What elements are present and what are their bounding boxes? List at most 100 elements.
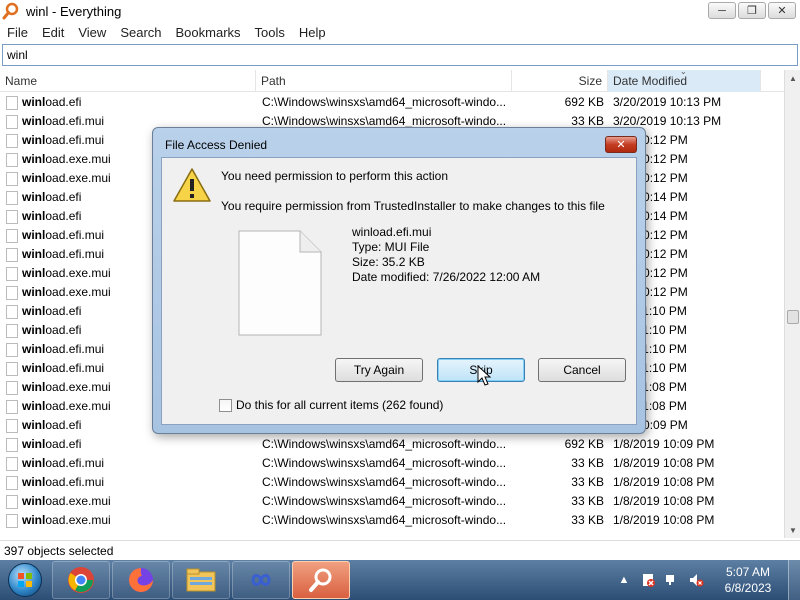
clock[interactable]: 5:07 AM 6/8/2023 bbox=[708, 564, 788, 596]
file-date-modified: Date modified: 7/26/2022 12:00 AM bbox=[352, 270, 541, 284]
column-name[interactable]: Name bbox=[0, 70, 256, 92]
file-name: winload.efi.mui bbox=[352, 225, 432, 239]
match-highlight: winl bbox=[22, 342, 46, 356]
taskbar-everything[interactable] bbox=[292, 561, 350, 599]
column-size[interactable]: Size bbox=[512, 70, 608, 92]
match-highlight: winl bbox=[22, 247, 46, 261]
menu-tools[interactable]: Tools bbox=[248, 25, 292, 40]
match-highlight: winl bbox=[22, 285, 46, 299]
try-again-button[interactable]: Try Again bbox=[335, 358, 423, 382]
match-highlight: winl bbox=[22, 95, 46, 109]
menu-search[interactable]: Search bbox=[113, 25, 168, 40]
taskbar-firefox[interactable] bbox=[112, 561, 170, 599]
file-icon bbox=[6, 248, 18, 262]
table-row[interactable]: winload.efi.mui C:\Windows\winsxs\amd64_m… bbox=[0, 473, 784, 492]
size-cell: 692 KB bbox=[564, 95, 604, 109]
path-cell: C:\Windows\winsxs\amd64_microsoft-windo.… bbox=[262, 437, 507, 451]
clock-time: 5:07 AM bbox=[725, 565, 771, 579]
match-highlight: winl bbox=[22, 361, 46, 375]
file-icon bbox=[6, 514, 18, 528]
clock-date: 6/8/2023 bbox=[724, 581, 772, 595]
taskbar-infinity-app[interactable] bbox=[232, 561, 290, 599]
vertical-scrollbar[interactable]: ▲ ▼ bbox=[784, 70, 800, 538]
taskbar-chrome[interactable] bbox=[52, 561, 110, 599]
title-bar: winl - Everything ─ ❐ ✕ bbox=[0, 0, 800, 22]
file-name-rest: oad.exe.mui bbox=[45, 266, 111, 280]
close-window-button[interactable]: ✕ bbox=[768, 2, 796, 19]
mouse-pointer-icon bbox=[477, 365, 492, 386]
minimize-button[interactable]: ─ bbox=[708, 2, 736, 19]
file-icon bbox=[6, 324, 18, 338]
match-highlight: winl bbox=[22, 494, 46, 508]
table-row[interactable]: winload.efi C:\Windows\winsxs\amd64_micro… bbox=[0, 435, 784, 454]
file-icon bbox=[6, 172, 18, 186]
menu-help[interactable]: Help bbox=[292, 25, 333, 40]
dialog-close-button[interactable]: ✕ bbox=[605, 136, 637, 153]
file-name-rest: oad.efi bbox=[45, 190, 82, 204]
dialog-message: You need permission to perform this acti… bbox=[221, 169, 449, 183]
file-name-rest: oad.efi bbox=[45, 437, 82, 451]
scroll-down-icon[interactable]: ▼ bbox=[785, 522, 800, 538]
match-highlight: winl bbox=[22, 171, 46, 185]
system-tray: ▲ 5:07 AM 6/8/2023 bbox=[612, 560, 800, 600]
file-name-rest: oad.exe.mui bbox=[45, 380, 111, 394]
file-name-rest: oad.efi bbox=[45, 418, 82, 432]
file-name-rest: oad.efi.mui bbox=[45, 342, 105, 356]
file-icon bbox=[6, 191, 18, 205]
match-highlight: winl bbox=[22, 190, 46, 204]
file-name-rest: oad.efi bbox=[45, 323, 82, 337]
match-highlight: winl bbox=[22, 133, 46, 147]
search-input[interactable] bbox=[2, 44, 798, 66]
apply-to-all-checkbox[interactable] bbox=[219, 398, 232, 412]
match-highlight: winl bbox=[22, 418, 46, 432]
file-icon bbox=[6, 457, 18, 471]
scroll-up-icon[interactable]: ▲ bbox=[785, 70, 800, 86]
file-icon bbox=[6, 438, 18, 452]
menu-file[interactable]: File bbox=[0, 25, 35, 40]
volume-muted-icon[interactable] bbox=[687, 571, 705, 589]
cancel-button[interactable]: Cancel bbox=[538, 358, 626, 382]
file-icon bbox=[6, 210, 18, 224]
firefox-icon bbox=[129, 568, 153, 592]
file-document-icon bbox=[238, 230, 322, 336]
sort-descending-icon: ⌄ bbox=[680, 67, 687, 76]
file-name-rest: oad.exe.mui bbox=[45, 285, 111, 299]
table-row[interactable]: winload.exe.mui C:\Windows\winsxs\amd64_m… bbox=[0, 511, 784, 530]
file-name-cell: winload.exe.mui bbox=[22, 492, 252, 511]
file-icon bbox=[6, 115, 18, 129]
size-cell: 33 KB bbox=[571, 513, 604, 527]
column-path[interactable]: Path bbox=[256, 70, 512, 92]
match-highlight: winl bbox=[22, 475, 46, 489]
file-name-rest: oad.exe.mui bbox=[45, 152, 111, 166]
file-icon bbox=[6, 419, 18, 433]
apply-to-all-row[interactable]: Do this for all current items (262 found… bbox=[219, 398, 443, 412]
path-cell: C:\Windows\winsxs\amd64_microsoft-windo.… bbox=[262, 475, 507, 489]
size-cell: 692 KB bbox=[564, 437, 604, 451]
path-cell: C:\Windows\winsxs\amd64_microsoft-windo.… bbox=[262, 95, 507, 109]
table-row[interactable]: winload.efi C:\Windows\winsxs\amd64_micro… bbox=[0, 93, 784, 112]
match-highlight: winl bbox=[22, 323, 46, 337]
show-desktop-button[interactable] bbox=[788, 560, 800, 600]
show-hidden-icons-icon[interactable]: ▲ bbox=[615, 571, 633, 589]
network-icon[interactable] bbox=[663, 571, 681, 589]
table-row[interactable]: winload.efi.mui C:\Windows\winsxs\amd64_m… bbox=[0, 454, 784, 473]
table-row[interactable]: winload.exe.mui C:\Windows\winsxs\amd64_m… bbox=[0, 492, 784, 511]
chrome-icon bbox=[68, 567, 94, 593]
action-center-icon[interactable] bbox=[639, 571, 657, 589]
start-button[interactable] bbox=[0, 560, 50, 600]
file-icon bbox=[6, 267, 18, 281]
file-name-rest: oad.efi bbox=[45, 209, 82, 223]
scroll-thumb[interactable] bbox=[787, 310, 799, 324]
taskbar-file-explorer[interactable] bbox=[172, 561, 230, 599]
dialog-body: You need permission to perform this acti… bbox=[161, 157, 637, 425]
menu-edit[interactable]: Edit bbox=[35, 25, 71, 40]
file-type: Type: MUI File bbox=[352, 240, 430, 254]
maximize-button[interactable]: ❐ bbox=[738, 2, 766, 19]
size-cell: 33 KB bbox=[571, 456, 604, 470]
menu-bookmarks[interactable]: Bookmarks bbox=[169, 25, 248, 40]
windows-logo-icon bbox=[8, 563, 42, 597]
menu-view[interactable]: View bbox=[71, 25, 113, 40]
match-highlight: winl bbox=[22, 380, 46, 394]
file-name-cell: winload.exe.mui bbox=[22, 511, 252, 530]
file-icon bbox=[6, 305, 18, 319]
